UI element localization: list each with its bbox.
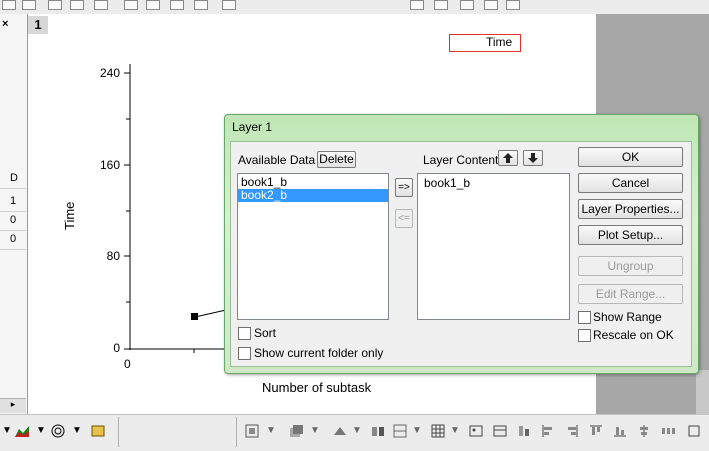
align-left-icon[interactable]: [540, 423, 556, 439]
plot-setup-button[interactable]: Plot Setup...: [578, 225, 683, 245]
edit-range-button[interactable]: Edit Range...: [578, 284, 683, 304]
table-icon[interactable]: [492, 423, 508, 439]
move-up-button[interactable]: [498, 150, 518, 166]
list-item[interactable]: book1_b: [418, 177, 569, 190]
show-range-label: Show Range: [593, 310, 662, 324]
dropdown-arrow-icon[interactable]: ▼: [412, 425, 422, 436]
resize-icon[interactable]: [686, 423, 702, 439]
y-tick-label: 160: [99, 158, 120, 172]
layer-stack-icon[interactable]: [288, 423, 304, 439]
legend-label: Time: [486, 35, 513, 49]
series-line: [194, 309, 227, 318]
grid-icon[interactable]: [430, 423, 446, 439]
area-chart-icon[interactable]: [14, 423, 30, 439]
y-tick-label: 240: [99, 66, 120, 80]
list-item-selected[interactable]: book2_b: [238, 189, 388, 202]
center-icon[interactable]: [636, 423, 652, 439]
ok-button[interactable]: OK: [578, 147, 683, 167]
polar-chart-icon[interactable]: [50, 423, 66, 439]
y-tick-label: 80: [106, 249, 120, 263]
add-to-layer-button[interactable]: =>: [395, 178, 413, 197]
layer-tool-icon[interactable]: [244, 423, 260, 439]
delete-button[interactable]: Delete: [317, 151, 356, 168]
align-top-icon[interactable]: [588, 423, 604, 439]
toolbar-divider: [118, 417, 119, 447]
dropdown-arrow-icon[interactable]: ▼: [72, 425, 82, 436]
y-tick-label: 0: [113, 341, 120, 355]
dropdown-arrow-icon[interactable]: ▼: [36, 425, 46, 436]
arrange-icon[interactable]: [332, 423, 348, 439]
cancel-button[interactable]: Cancel: [578, 173, 683, 193]
data-point: [191, 313, 198, 320]
sort-label: Sort: [254, 326, 277, 340]
toolbar-divider: [236, 417, 237, 447]
show-current-folder-label: Show current folder only: [254, 346, 384, 360]
remove-from-layer-button[interactable]: <=: [395, 209, 413, 228]
dropdown-arrow-icon[interactable]: ▼: [266, 425, 276, 436]
x-tick-label: 0: [124, 357, 131, 371]
layer-contents-list[interactable]: book1_b: [417, 173, 570, 320]
bottom-toolbar: ▼ ▼ ▼ ▼ ▼ ▼ ▼ ▼: [0, 414, 709, 451]
show-range-checkbox[interactable]: [578, 311, 591, 324]
extract-icon[interactable]: [392, 423, 408, 439]
align-bottom-icon[interactable]: [612, 423, 628, 439]
dropdown-arrow-icon[interactable]: ▼: [2, 425, 12, 436]
dropdown-arrow-icon[interactable]: ▼: [310, 425, 320, 436]
dropdown-arrow-icon[interactable]: ▼: [352, 425, 362, 436]
column-icon[interactable]: [516, 423, 532, 439]
available-data-list[interactable]: book1_b book2_b: [237, 173, 389, 320]
y-axis-title: Time: [62, 201, 77, 230]
x-axis-title: Number of subtask: [262, 380, 372, 395]
rescale-on-ok-checkbox[interactable]: [578, 329, 591, 342]
distribute-icon[interactable]: [660, 423, 676, 439]
rescale-on-ok-label: Rescale on OK: [593, 328, 674, 342]
image-icon[interactable]: [468, 423, 484, 439]
move-down-button[interactable]: [523, 150, 543, 166]
arrow-down-icon: [528, 153, 538, 163]
available-data-label: Available Data: [238, 153, 316, 167]
sort-checkbox[interactable]: [238, 327, 251, 340]
show-current-folder-checkbox[interactable]: [238, 347, 251, 360]
arrow-up-icon: [503, 153, 513, 163]
merge-icon[interactable]: [370, 423, 386, 439]
layer-contents-label: Layer Contents: [423, 153, 505, 167]
template-icon[interactable]: [90, 423, 106, 439]
layer-properties-button[interactable]: Layer Properties...: [578, 199, 683, 219]
ungroup-button[interactable]: Ungroup: [578, 256, 683, 276]
dropdown-arrow-icon[interactable]: ▼: [450, 425, 460, 436]
align-right-icon[interactable]: [564, 423, 580, 439]
dialog-title: Layer 1: [232, 120, 273, 134]
